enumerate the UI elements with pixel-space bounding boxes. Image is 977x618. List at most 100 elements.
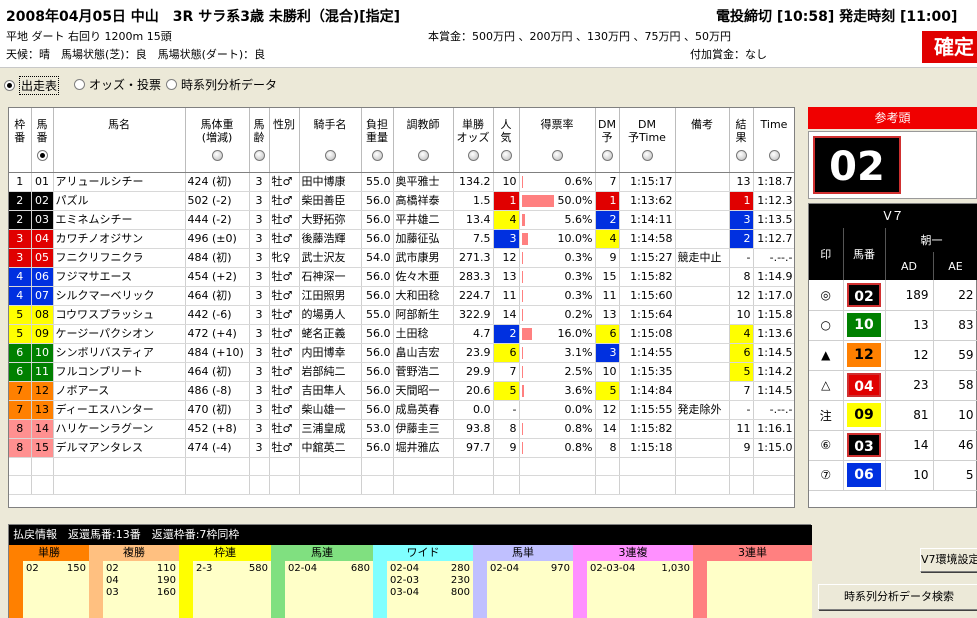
- v7-row[interactable]: ⑦ 06 10 5: [809, 460, 977, 491]
- cell-pop: -: [493, 400, 520, 420]
- v7-row[interactable]: △ 04 23 58: [809, 370, 977, 401]
- vote-rate-bar: [521, 365, 524, 378]
- sort-radio-icon[interactable]: [253, 150, 265, 161]
- cell-load: 56.0: [361, 362, 394, 382]
- cell-dmtime: 1:15:18: [619, 438, 676, 458]
- col-header-sex[interactable]: 性別: [269, 108, 300, 173]
- col-header-label: 単勝 オッズ: [456, 118, 490, 144]
- table-row[interactable]: 6 11 フルコンプリート 464 (初) 3 牡♂ 岩部純二 56.0 菅野浩二 29.9 7 2.…: [9, 362, 794, 382]
- cell-odds: 97.7: [453, 438, 494, 458]
- col-header-trainer[interactable]: 調教師: [393, 108, 454, 173]
- col-header-weight[interactable]: 馬体重 (増減): [185, 108, 250, 173]
- col-header-odds[interactable]: 単勝 オッズ: [453, 108, 494, 173]
- v7-mark: ○: [809, 310, 844, 341]
- sort-radio-icon[interactable]: [551, 150, 563, 161]
- payout-amount: 680: [350, 563, 370, 574]
- table-row[interactable]: 1 01 アリュールシチー 424 (初) 3 牡♂ 田中博康 55.0 奥平雅士 134.2 10…: [9, 172, 794, 192]
- sort-radio-icon[interactable]: [601, 150, 613, 161]
- cell-uma: 15: [31, 438, 54, 458]
- v7-row[interactable]: ⑥ 03 14 46: [809, 430, 977, 461]
- cell-note: [675, 229, 730, 249]
- reference-number: 02: [813, 136, 901, 194]
- v7-row[interactable]: ▲ 12 12 59: [809, 340, 977, 371]
- col-header-dmtime[interactable]: DM 予Time: [619, 108, 676, 173]
- cell-age: 3: [249, 267, 270, 287]
- cell-trainer: 佐々木亜: [393, 267, 454, 287]
- sort-radio-icon[interactable]: [36, 150, 48, 161]
- cell-jockey: 柴山雄一: [299, 400, 362, 420]
- table-row[interactable]: 8 14 ハリケーンラグーン 452 (+8) 3 牡♂ 三浦皇成 53.0 伊藤圭三 93.8 8…: [9, 419, 794, 439]
- sort-radio-icon[interactable]: [735, 150, 747, 161]
- v7-ae: 5: [933, 460, 977, 491]
- cell-name: ノボアース: [53, 381, 186, 401]
- sort-radio-icon[interactable]: [211, 150, 223, 161]
- cell-load: 56.0: [361, 343, 394, 363]
- timeseries-search-button[interactable]: 時系列分析データ検索: [818, 584, 977, 610]
- cell-note: [675, 438, 730, 458]
- tab-timeseries[interactable]: 時系列分析データ: [166, 76, 277, 93]
- table-row[interactable]: 4 06 フジマサエース 454 (+2) 3 牡♂ 石神深一 56.0 佐々木亜 283.3 13…: [9, 267, 794, 287]
- cell-load: 56.0: [361, 210, 394, 230]
- table-row[interactable]: 5 08 コウワスプラッシュ 442 (-6) 3 牡♂ 的場勇人 55.0 阿部新生 322.9…: [9, 305, 794, 325]
- cell-dm: 6: [595, 324, 620, 344]
- col-header-rate[interactable]: 得票率: [519, 108, 596, 173]
- col-header-waku[interactable]: 枠 番: [9, 108, 32, 173]
- cell-name: コウワスプラッシュ: [53, 305, 186, 325]
- v7-settings-button[interactable]: V7環境設定: [920, 548, 977, 572]
- payout-combo: 04: [106, 575, 119, 586]
- cell-dm: 7: [595, 172, 620, 192]
- table-row[interactable]: 3 04 カワチノオジサン 496 (±0) 3 牡♂ 後藤浩輝 56.0 加藤征弘 7.5 3 10…: [9, 229, 794, 249]
- v7-row[interactable]: ○ 10 13 83: [809, 310, 977, 341]
- v7-row[interactable]: 注 09 81 10: [809, 400, 977, 431]
- payout-column-label: 馬連: [271, 545, 373, 561]
- col-header-jockey[interactable]: 騎手名: [299, 108, 362, 173]
- col-header-note[interactable]: 備考: [675, 108, 730, 173]
- vote-rate-value: 0.8%: [564, 421, 593, 435]
- table-row[interactable]: 8 15 デルマアンタレス 474 (-4) 3 牡♂ 中舘英二 56.0 堀井雅広 97.7 9 0…: [9, 438, 794, 458]
- sort-radio-icon[interactable]: [641, 150, 653, 161]
- v7-row[interactable]: ◎ 02 189 22: [809, 280, 977, 311]
- cell-dm: 4: [595, 229, 620, 249]
- cell-age: 3: [249, 172, 270, 192]
- payout-column-body: 02-04 280 02-03 230 03-04 800: [373, 561, 473, 618]
- table-row[interactable]: 4 07 シルクマーベリック 464 (初) 3 牡♂ 江田照男 56.0 大和田稔 224.7 1…: [9, 286, 794, 306]
- sort-radio-icon[interactable]: [324, 150, 336, 161]
- table-row[interactable]: 7 12 ノボアース 486 (-8) 3 牡♂ 吉田隼人 56.0 天間昭一 20.6 5 3.6%…: [9, 381, 794, 401]
- table-row[interactable]: 2 03 エミネムシチー 444 (-2) 3 牡♂ 大野拓弥 56.0 平井雄二 13.4 4 5.…: [9, 210, 794, 230]
- cell-name: カワチノオジサン: [53, 229, 186, 249]
- col-header-uma[interactable]: 馬 番: [31, 108, 54, 173]
- sort-radio-icon[interactable]: [768, 150, 780, 161]
- col-header-load[interactable]: 負担 重量: [361, 108, 394, 173]
- col-header-age[interactable]: 馬 齢: [249, 108, 270, 173]
- table-row[interactable]: 3 05 フニクリフニクラ 484 (初) 3 牝♀ 武士沢友 54.0 武市康男 271.3 12…: [9, 248, 794, 268]
- cell-note: [675, 191, 730, 211]
- cell-odds: 0.0: [453, 400, 494, 420]
- v7-ae: 83: [933, 310, 977, 341]
- table-row[interactable]: 7 13 ディーエスハンター 470 (初) 3 牡♂ 柴山雄一 56.0 成島英春 0.0-0.…: [9, 400, 794, 420]
- sort-radio-icon[interactable]: [371, 150, 383, 161]
- table-row[interactable]: 2 02 パズル 502 (-2) 3 牡♂ 柴田善臣 56.0 高橋祥泰 1.5 1 50.0% 1 1…: [9, 191, 794, 211]
- cell-rate: 0.3%: [519, 286, 596, 306]
- table-row[interactable]: 5 09 ケージーパクシオン 472 (+4) 3 牡♂ 蛯名正義 56.0 土田稔 4.7 2 16…: [9, 324, 794, 344]
- col-header-name[interactable]: 馬名: [53, 108, 186, 173]
- cell-jockey: 三浦皇成: [299, 419, 362, 439]
- col-header-result[interactable]: 結 果: [729, 108, 754, 173]
- tab-entry-table[interactable]: 出走表: [4, 76, 60, 95]
- col-header-pop[interactable]: 人 気: [493, 108, 520, 173]
- col-header-dm[interactable]: DM 予: [595, 108, 620, 173]
- cell-dmtime: 1:15:08: [619, 324, 676, 344]
- tab-odds-voting[interactable]: オッズ・投票: [74, 76, 161, 93]
- empty-cell: [753, 457, 794, 477]
- sort-radio-icon[interactable]: [467, 150, 479, 161]
- cell-note: [675, 305, 730, 325]
- cell-load: 56.0: [361, 267, 394, 287]
- cell-trainer: 天間昭一: [393, 381, 454, 401]
- sort-radio-icon[interactable]: [417, 150, 429, 161]
- cell-load: 56.0: [361, 438, 394, 458]
- table-row[interactable]: 6 10 シンボリバスティア 484 (+10) 3 牡♂ 内田博幸 56.0 畠山吉宏 23.9…: [9, 343, 794, 363]
- sort-radio-icon[interactable]: [500, 150, 512, 161]
- col-header-time[interactable]: Time: [753, 108, 794, 173]
- cell-time: 1:12.7: [753, 229, 794, 249]
- empty-cell: [393, 475, 454, 495]
- cell-uma: 02: [31, 191, 54, 211]
